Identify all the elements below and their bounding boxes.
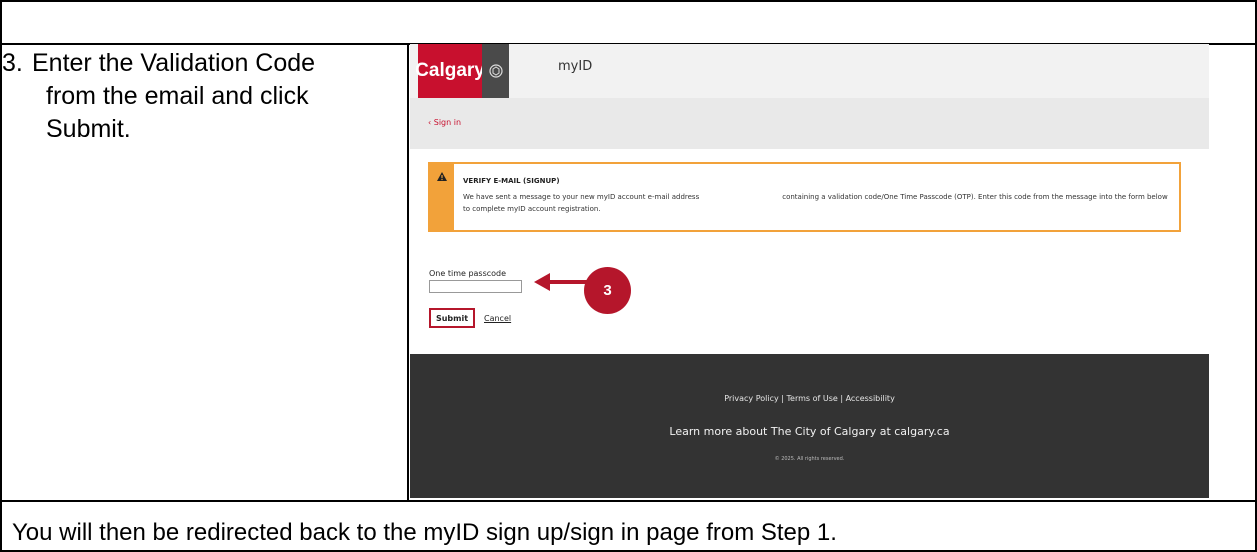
otp-label: One time passcode [429,269,507,278]
step-callout-badge: 3 [584,267,631,314]
step-number: 3. [2,49,23,77]
warning-icon [437,172,447,181]
myid-screenshot: Calgary myID ‹ Sign in VERIFY E-MAIL (SI… [410,44,1209,498]
breadcrumb: ‹ Sign in [410,98,1209,149]
footer-links[interactable]: Privacy Policy | Terms of Use | Accessib… [410,394,1209,403]
calgary-logo[interactable]: Calgary [415,44,509,98]
table-border-top [0,0,1257,2]
step-line-1: Enter the Validation Code [32,49,316,77]
submit-button[interactable]: Submit [429,308,475,328]
instruction-table: 3. Enter the Validation Code from the ema… [0,0,1257,552]
redirect-note: You will then be redirected back to the … [12,519,837,546]
alert-body-part-1: We have sent a message to your new myID … [463,193,700,201]
table-border-row2 [0,500,1257,502]
step-line-2: from the email and click [46,82,309,110]
footer-learn-more[interactable]: Learn more about The City of Calgary at … [410,425,1209,438]
table-border-middle [407,43,409,502]
alert-stripe [430,164,454,230]
logo-wordmark: Calgary [415,44,485,98]
alert-body: We have sent a message to your new myID … [463,191,1168,215]
footer-copyright: © 2025. All rights reserved. [774,456,845,462]
otp-input[interactable] [429,280,522,293]
step-instruction: 3. Enter the Validation Code from the ema… [2,47,402,146]
app-name: myID [558,59,593,74]
site-footer: Privacy Policy | Terms of Use | Accessib… [410,354,1209,498]
cancel-link[interactable]: Cancel [484,314,511,323]
alert-title: VERIFY E-MAIL (SIGNUP) [463,177,560,185]
verify-email-alert: VERIFY E-MAIL (SIGNUP) We have sent a me… [428,162,1181,232]
crest-icon [482,44,509,98]
site-header: Calgary myID [410,44,1209,98]
callout-arrow-icon [534,273,590,291]
step-line-3: Submit. [46,115,131,143]
sign-in-link[interactable]: ‹ Sign in [428,118,461,127]
